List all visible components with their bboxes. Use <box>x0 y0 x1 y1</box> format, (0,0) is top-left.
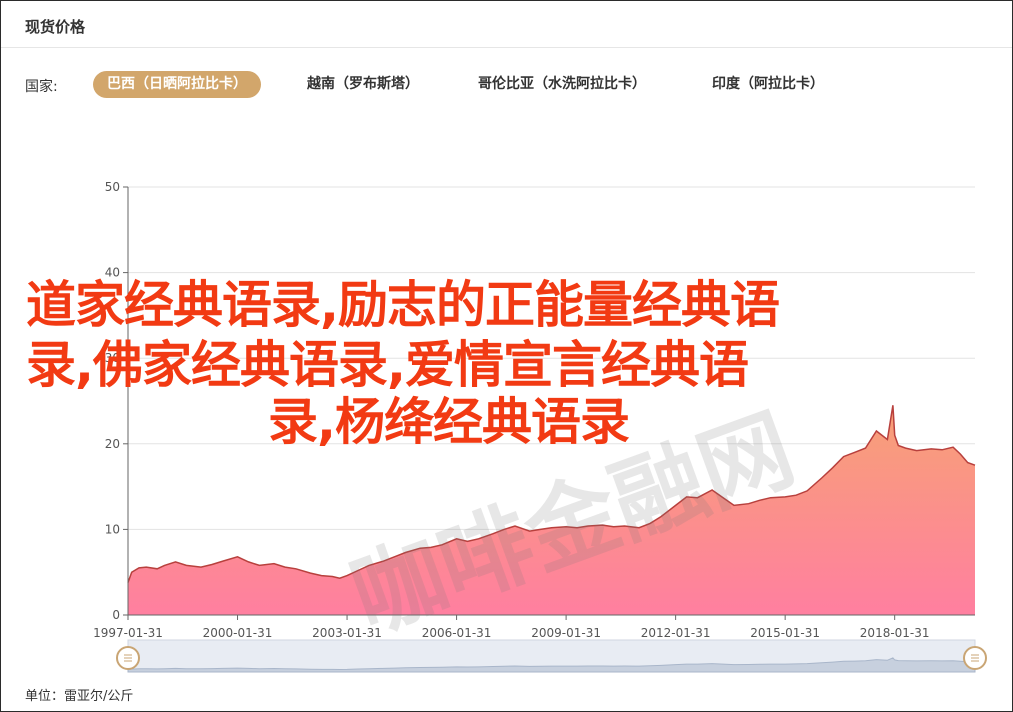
xtick-label-2006: 2006-01-31 <box>422 626 492 640</box>
price-chart: 0 10 20 30 40 50 1997-01-31 2000-01-31 2003-01-3… <box>93 180 987 673</box>
xtick-label-2012: 2012-01-31 <box>641 626 711 640</box>
series-area <box>128 405 975 615</box>
ytick-label-0: 0 <box>112 608 120 622</box>
ytick-label-40: 40 <box>105 266 120 280</box>
ytick-label-50: 50 <box>105 180 120 194</box>
ytick-label-10: 10 <box>105 522 120 536</box>
xtick-label-1997: 1997-01-31 <box>93 626 163 640</box>
xtick-label-2009: 2009-01-31 <box>531 626 601 640</box>
xtick-label-2003: 2003-01-31 <box>312 626 382 640</box>
xtick-label-2000: 2000-01-31 <box>203 626 273 640</box>
ytick-label-30: 30 <box>105 351 120 365</box>
xtick-label-2018: 2018-01-31 <box>860 626 930 640</box>
ytick-label-20: 20 <box>105 437 120 451</box>
xtick-label-2015: 2015-01-31 <box>750 626 820 640</box>
